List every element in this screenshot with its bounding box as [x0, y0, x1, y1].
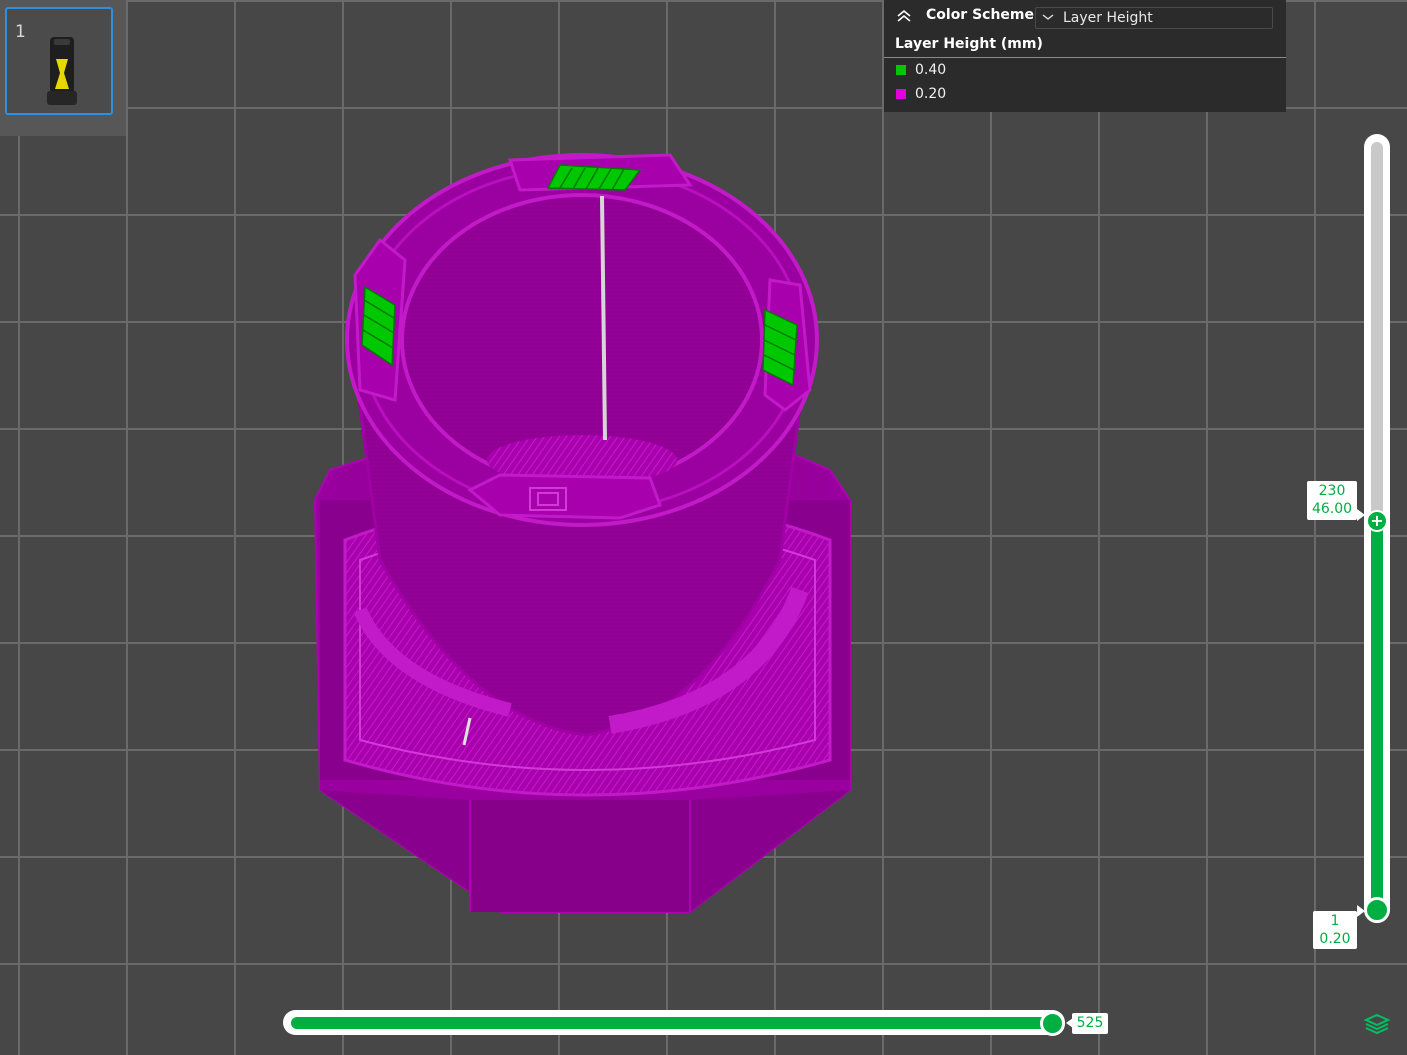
model-preview[interactable] — [0, 0, 1407, 1055]
legend-item-label: 0.40 — [915, 62, 947, 78]
layer-slider-selected-range — [1371, 520, 1383, 910]
chevron-down-icon — [1042, 14, 1054, 20]
legend-item-label: 0.20 — [915, 86, 947, 102]
color-swatch — [896, 89, 906, 99]
color-scheme-dropdown[interactable]: Layer Height — [1035, 7, 1273, 29]
tag-pointer — [1357, 905, 1365, 917]
move-slider-value: 525 — [1072, 1013, 1108, 1034]
layer-slider-unselected-range — [1371, 142, 1383, 520]
model-top-rim — [345, 153, 819, 527]
layer-slider-bottom-handle[interactable] — [1364, 897, 1390, 923]
color-swatch — [896, 65, 906, 75]
bottom-layer-height: 0.20 — [1319, 931, 1351, 947]
tag-pointer — [1357, 509, 1365, 521]
move-slider-handle[interactable] — [1040, 1011, 1065, 1036]
color-scheme-value: Layer Height — [1063, 10, 1153, 26]
move-slider-range — [291, 1017, 1055, 1029]
color-scheme-legend: Color Scheme Layer Height Layer Height (… — [884, 0, 1286, 112]
plate-list-panel: 1 — [0, 0, 126, 136]
top-layer-height: 46.00 — [1311, 501, 1353, 517]
color-scheme-label: Color Scheme — [926, 7, 1035, 23]
legend-header: Color Scheme Layer Height — [884, 0, 1286, 34]
model-thumbnail-icon — [47, 37, 77, 105]
plus-icon: + — [1370, 511, 1384, 530]
layers-icon[interactable] — [1364, 1013, 1390, 1035]
bottom-layer-number: 1 — [1330, 913, 1340, 929]
legend-divider — [884, 57, 1286, 58]
collapse-chevron-icon[interactable] — [896, 9, 912, 23]
top-layer-tag: 230 46.00 — [1307, 481, 1357, 520]
legend-title: Layer Height (mm) — [895, 36, 1043, 52]
top-layer-number: 230 — [1318, 483, 1346, 499]
plate-number: 1 — [15, 22, 26, 42]
bottom-layer-tag: 1 0.20 — [1313, 911, 1357, 949]
layer-slider-top-handle[interactable]: + — [1366, 510, 1388, 532]
